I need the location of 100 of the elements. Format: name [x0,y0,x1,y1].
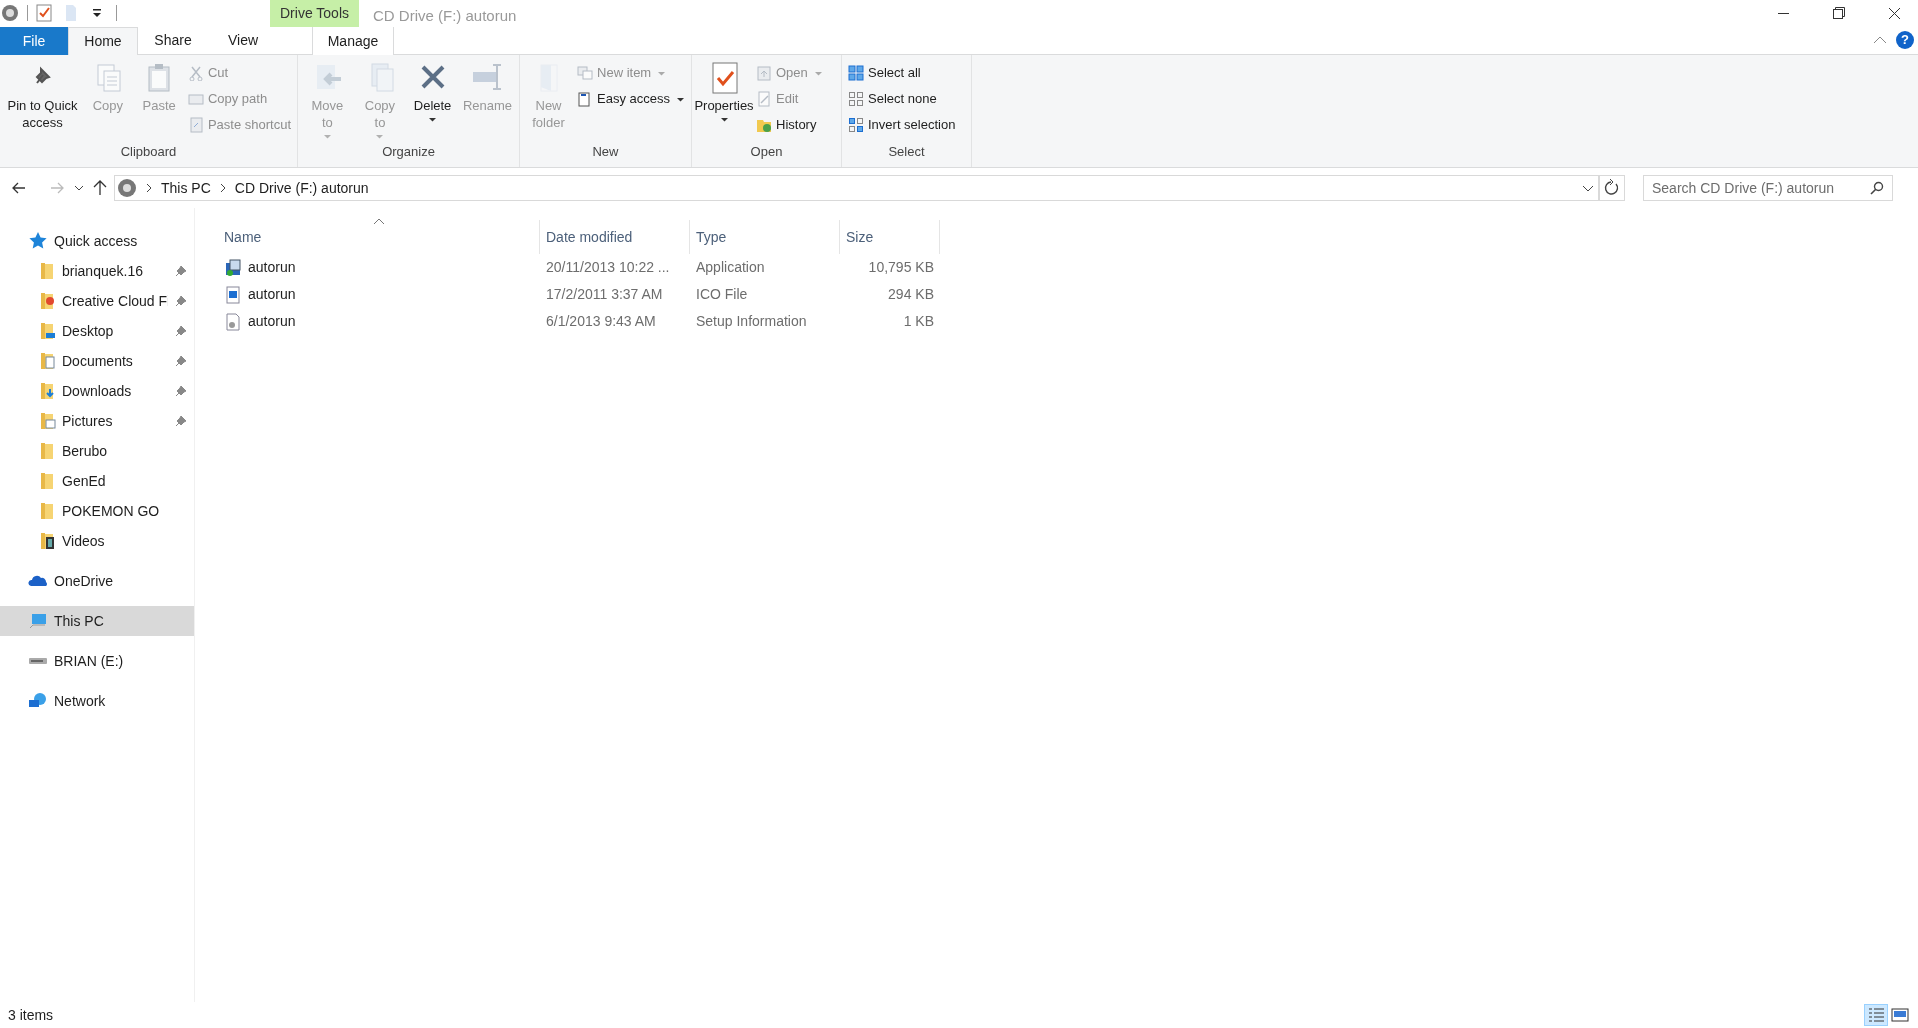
caret-icon [676,95,685,103]
table-cell-text: 1 KB [902,312,935,331]
folder-icon [38,501,56,521]
ribbon-button[interactable]: Delete [407,61,458,123]
table-cell-text: 17/2/2011 3:37 AM [545,285,664,304]
properties-icon[interactable] [36,4,52,22]
pin-icon [174,264,188,278]
column-header[interactable]: Name [218,220,540,254]
ribbon-button[interactable]: Invert selection [846,113,958,137]
nav-item[interactable]: This PC [0,606,194,636]
folder-icon [38,381,56,401]
breadcrumb[interactable]: CD Drive (F:) autorun [234,177,369,199]
copy-path-icon [187,91,204,107]
caret-icon [719,116,729,123]
ribbon-button[interactable]: Easy access [575,87,687,111]
folder-icon [38,351,56,371]
ribbon-group-label: New [591,142,620,161]
ribbon-button[interactable]: Select none [846,87,958,111]
chevron-icon [218,183,227,193]
folder-icon [38,411,56,431]
table-cell-text: ICO File [695,285,749,304]
ribbon-group-label: Open [749,142,784,161]
ribbon-tab[interactable]: Manage [312,27,394,55]
file-icon [224,285,242,304]
folder-icon [38,441,56,461]
drive-icon [28,657,48,665]
ribbon-tab[interactable]: Share [138,27,208,54]
breadcrumb[interactable]: This PC [161,177,211,199]
paste-shortcut-icon [187,117,204,133]
table-cell-text: 20/11/2013 10:22 ... [545,258,671,277]
status-text: 3 items [8,1005,54,1025]
nav-item[interactable]: BRIAN (E:) [0,646,194,676]
nav-item[interactable]: OneDrive [0,566,194,596]
table-cell-text: 10,795 KB [867,258,935,277]
help-button[interactable]: ? [1896,31,1914,49]
customize-dropdown-icon[interactable] [92,8,102,18]
ribbon-tab[interactable]: Home [68,27,138,55]
table-cell-text: Setup Information [695,312,808,331]
caret-icon [375,133,385,140]
ribbon-group-label: Organize [381,142,436,161]
file-name[interactable]: autorun [248,284,296,305]
ribbon-button[interactable]: History [754,113,825,137]
sort-ascending-icon [372,218,385,225]
disc-icon [117,178,137,198]
chevron-icon [145,183,153,193]
search-field[interactable]: Search CD Drive (F:) autorun [1643,175,1893,201]
file-name[interactable]: autorun [248,311,296,332]
folder-icon [38,531,56,551]
nav-item[interactable]: brianquek.16 [0,256,194,286]
nav-item[interactable]: Quick access [0,226,194,256]
pin-icon [174,384,188,398]
address-bar[interactable]: This PC CD Drive (F:) autorun [114,175,1599,201]
column-header[interactable]: Size [840,220,940,254]
ribbon-group-label: Clipboard [119,142,178,161]
pin-icon [174,324,188,338]
nav-item[interactable]: Pictures [0,406,194,436]
invert-selection-icon [848,117,864,133]
column-header[interactable]: Type [690,220,840,254]
edit-icon [756,91,772,107]
file-name[interactable]: autorun [248,257,296,278]
details-view-button[interactable] [1864,1004,1888,1026]
nav-item[interactable]: Network [0,686,194,716]
pin-icon [174,294,188,308]
search-icon [1870,181,1884,195]
ribbon-tab[interactable]: File [0,27,68,55]
table-cell-text: 6/1/2013 9:43 AM [545,312,657,331]
caret-icon [322,133,332,140]
pin-icon [174,414,188,428]
open-icon [756,65,772,81]
easy-access-icon [577,91,593,107]
ribbon-group-label: Select [887,142,926,161]
context-tab-group-label: Drive Tools [270,0,359,27]
folder-icon [38,321,56,341]
nav-item[interactable]: Berubo [0,436,194,466]
folder-icon [38,471,56,491]
nav-item[interactable]: Downloads [0,376,194,406]
column-header[interactable]: Date modified [540,220,690,254]
select-none-icon [848,91,864,107]
new-item-icon [577,65,593,81]
star-icon [28,231,48,251]
nav-item[interactable]: Documents [0,346,194,376]
disc-icon [1,4,19,22]
folder-icon [38,261,56,281]
nav-item[interactable]: Videos [0,526,194,556]
caret-icon [428,116,438,123]
history-icon [756,117,772,133]
ribbon-button[interactable]: Pin to Quick access [4,61,82,131]
nav-item[interactable]: GenEd [0,466,194,496]
nav-item[interactable]: Desktop [0,316,194,346]
ribbon-tab[interactable]: View [208,27,278,54]
ribbon-button[interactable]: Properties [696,61,752,123]
computer-icon [28,611,48,631]
ribbon-button[interactable]: Select all [846,61,958,85]
nav-item[interactable]: POKEMON GO [0,496,194,526]
caret-icon [813,69,823,77]
folder-icon [38,291,56,311]
file-icon [224,258,242,277]
window-title: CD Drive (F:) autorun [373,6,517,26]
collapse-ribbon-icon[interactable] [1872,34,1888,44]
refresh-icon[interactable] [1599,175,1625,201]
